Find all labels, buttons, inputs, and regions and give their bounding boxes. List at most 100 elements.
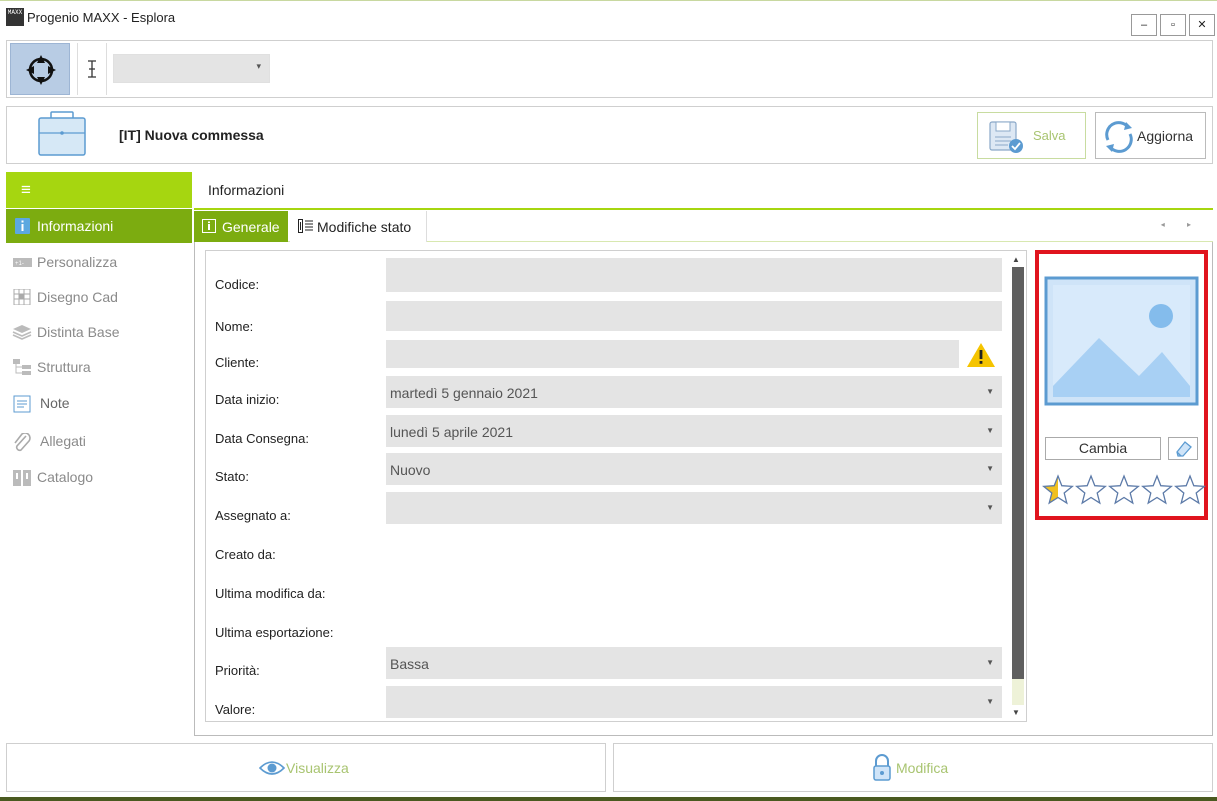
edit-button-label: Modifica <box>896 760 949 776</box>
catalog-icon <box>13 470 31 486</box>
edit-button[interactable]: Modifica <box>613 743 1213 792</box>
rating-stars[interactable] <box>1040 472 1208 508</box>
title-bar: MAXX Progenio MAXX - Esplora – ▫ ✕ <box>0 0 1217 38</box>
sidebar-item-allegati[interactable]: Allegati <box>6 424 192 458</box>
layers-icon <box>12 325 32 340</box>
scroll-thumb[interactable] <box>1012 267 1024 679</box>
image-placeholder-icon[interactable] <box>1044 276 1199 406</box>
maximize-button[interactable]: ▫ <box>1160 14 1186 36</box>
chevron-down-icon: ▾ <box>256 61 261 71</box>
paperclip-icon <box>14 433 31 452</box>
valore-label: Valore: <box>215 702 256 717</box>
stato-select[interactable]: Nuovo ▼ <box>386 453 1002 485</box>
chevron-down-icon: ▼ <box>986 658 994 667</box>
sidebar-item-disegno-cad[interactable]: Disegno Cad <box>6 280 192 314</box>
page-title: [IT] Nuova commessa <box>119 127 264 143</box>
star-icon[interactable] <box>1174 474 1206 505</box>
priorita-select[interactable]: Bassa ▼ <box>386 647 1002 679</box>
sidebar-item-label: Distinta Base <box>37 324 120 340</box>
eye-icon <box>259 761 285 775</box>
sidebar-item-label: Disegno Cad <box>37 289 118 305</box>
app-logo: MAXX <box>6 8 24 26</box>
priorita-value: Bassa <box>390 656 429 672</box>
tab-generale[interactable]: Generale <box>194 211 288 242</box>
sidebar-item-struttura[interactable]: Struttura <box>6 350 192 384</box>
data-inizio-picker[interactable]: martedì 5 gennaio 2021 ▼ <box>386 376 1002 408</box>
tab-bar: Generale Modifiche stato ◂ ▸ <box>194 211 1213 242</box>
data-inizio-label: Data inizio: <box>215 392 280 407</box>
sidebar-item-label: Informazioni <box>37 218 114 234</box>
sidebar-item-label: Allegati <box>40 433 86 449</box>
stato-value: Nuovo <box>390 462 431 478</box>
codice-label: Codice: <box>215 277 260 292</box>
close-button[interactable]: ✕ <box>1189 14 1215 36</box>
cliente-label: Cliente: <box>215 355 260 370</box>
sidebar-item-informazioni[interactable]: Informazioni <box>6 209 192 243</box>
minimize-button[interactable]: – <box>1131 14 1157 36</box>
chevron-down-icon: ▼ <box>986 503 994 512</box>
tab-modifiche-stato[interactable]: Modifiche stato <box>290 211 427 242</box>
scroll-up-icon[interactable]: ▲ <box>1012 255 1020 264</box>
briefcase-icon <box>38 111 86 156</box>
list-icon <box>298 219 313 233</box>
form-scrollbar[interactable]: ▲ ▼ <box>1009 253 1025 719</box>
chevron-down-icon: ▼ <box>986 697 994 706</box>
hamburger-icon: ≡ <box>21 180 31 199</box>
scroll-down-icon[interactable]: ▼ <box>1012 708 1020 717</box>
data-consegna-label: Data Consegna: <box>215 431 309 446</box>
change-image-button[interactable]: Cambia <box>1045 437 1161 460</box>
note-icon <box>13 395 31 413</box>
sidebar-item-distinta-base[interactable]: Distinta Base <box>6 315 192 349</box>
refresh-icon <box>1105 121 1133 153</box>
content-frame: Codice: Nome: Cliente: Data inizio: mart… <box>194 242 1213 736</box>
ultima-esportazione-label: Ultima esportazione: <box>215 625 334 640</box>
scroll-track[interactable] <box>1012 679 1024 705</box>
window-title: Progenio MAXX - Esplora <box>27 10 176 25</box>
navigation-button[interactable] <box>10 43 70 95</box>
tree-icon <box>13 359 31 375</box>
cad-icon <box>13 289 31 305</box>
valore-select[interactable]: ▼ <box>386 686 1002 718</box>
tab-label: Modifiche stato <box>317 219 412 235</box>
clear-image-button[interactable] <box>1168 437 1198 460</box>
svg-text:+1-: +1- <box>15 261 24 267</box>
nome-field[interactable] <box>386 301 1002 331</box>
info-icon <box>202 219 216 233</box>
sidebar-menu-toggle[interactable]: ≡ <box>6 172 192 208</box>
creato-da-label: Creato da: <box>215 547 276 562</box>
section-divider <box>194 208 1213 210</box>
filter-combo[interactable]: ▾ <box>113 54 270 83</box>
sidebar-item-personalizza[interactable]: +1- Personalizza <box>6 245 192 279</box>
star-icon[interactable] <box>1042 474 1074 505</box>
tab-label: Generale <box>222 219 280 235</box>
compass-icon <box>26 55 56 85</box>
nome-label: Nome: <box>215 319 254 334</box>
assegnato-label: Assegnato a: <box>215 508 291 523</box>
star-icon[interactable] <box>1141 474 1173 505</box>
record-header: [IT] Nuova commessa Salva Aggiorna <box>6 106 1213 164</box>
priorita-label: Priorità: <box>215 663 260 678</box>
cliente-field[interactable] <box>386 340 959 368</box>
ultima-modifica-label: Ultima modifica da: <box>215 586 326 601</box>
sidebar-item-label: Struttura <box>37 359 91 375</box>
refresh-button[interactable]: Aggiorna <box>1095 112 1206 159</box>
star-icon[interactable] <box>1108 474 1140 505</box>
data-consegna-picker[interactable]: lunedì 5 aprile 2021 ▼ <box>386 415 1002 447</box>
info-icon <box>15 218 30 234</box>
eraser-icon <box>1176 441 1192 457</box>
view-button[interactable]: Visualizza <box>6 743 606 792</box>
sidebar-item-catalogo[interactable]: Catalogo <box>6 460 192 494</box>
star-icon[interactable] <box>1075 474 1107 505</box>
codice-field[interactable] <box>386 258 1002 292</box>
tab-scroll-arrows[interactable]: ◂ ▸ <box>1161 220 1201 229</box>
sidebar-item-label: Personalizza <box>37 254 118 270</box>
refresh-button-label: Aggiorna <box>1137 128 1194 144</box>
app-logo-text: MAXX <box>7 9 23 16</box>
text-cursor-tool[interactable] <box>77 43 107 95</box>
sidebar-item-note[interactable]: Note <box>6 386 192 420</box>
assegnato-select[interactable]: ▼ <box>386 492 1002 524</box>
sidebar-item-label: Note <box>40 395 70 411</box>
save-button[interactable]: Salva <box>977 112 1086 159</box>
warning-icon <box>967 343 995 367</box>
data-consegna-value: lunedì 5 aprile 2021 <box>390 424 513 440</box>
